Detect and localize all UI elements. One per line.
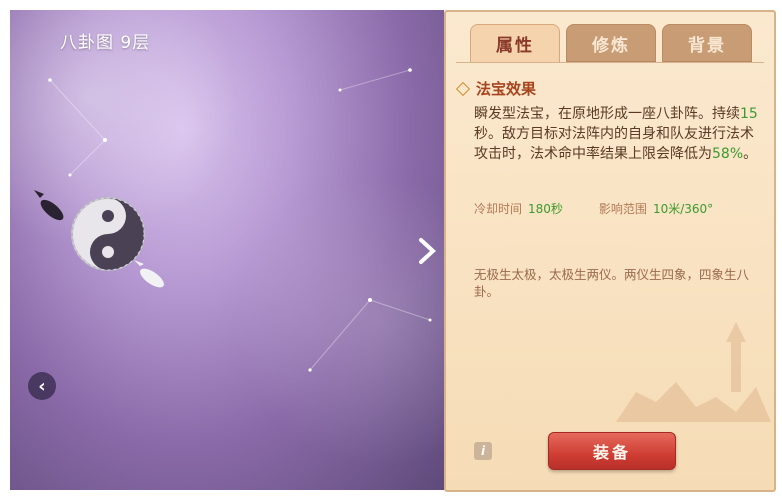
- tab-divider: [456, 62, 764, 63]
- range-value: 10米/360°: [652, 202, 714, 216]
- effect-description: 瞬发型法宝，在原地形成一座八卦阵。持续15秒。敌方目标对法阵内的自身和队友进行法…: [474, 104, 762, 164]
- stats-row: 冷却时间 180秒 影响范围 10米/360°: [474, 200, 713, 217]
- lore-text: 无极生太极，太极生两仪。两仪生四象，四象生八卦。: [474, 267, 750, 299]
- effect-title: 法宝效果: [476, 80, 537, 98]
- detail-panel: 属性 修炼 背景 法宝效果 瞬发型法宝，在原地形成一座八卦阵。持续15秒。敌方目…: [444, 10, 776, 492]
- tab-background[interactable]: 背景: [662, 24, 752, 62]
- cooldown-label: 冷却时间: [474, 202, 523, 216]
- tab-attributes[interactable]: 属性: [470, 24, 560, 62]
- cooldown-value: 180秒: [528, 202, 563, 216]
- dark-fish-icon: [34, 190, 64, 221]
- equip-button[interactable]: 装备: [548, 432, 676, 470]
- next-arrow-button[interactable]: [414, 236, 440, 266]
- light-fish-icon: [134, 260, 164, 288]
- yinyang-icon: [71, 197, 145, 271]
- artifact-title: 八卦图 9层: [60, 33, 151, 53]
- effect-text-3: 。: [743, 146, 758, 162]
- tab-bar: 属性 修炼 背景: [470, 24, 752, 62]
- prev-artifact-button[interactable]: ‹: [28, 372, 56, 400]
- artwork-area: 八卦图 9层 ‹: [10, 10, 444, 490]
- effect-header: 法宝效果: [455, 78, 537, 99]
- tab-cultivation[interactable]: 修炼: [566, 24, 656, 62]
- chevron-right-icon: [419, 238, 436, 264]
- effect-duration: 15: [740, 106, 758, 122]
- bagua-artifact-image: [34, 190, 164, 288]
- info-icon[interactable]: i: [474, 442, 492, 460]
- effect-percent: 58%: [712, 146, 744, 162]
- battle-scene-watermark: [616, 322, 771, 422]
- diamond-icon: [455, 81, 471, 96]
- range-label: 影响范围: [598, 202, 647, 216]
- effect-text-1: 瞬发型法宝，在原地形成一座八卦阵。持续: [474, 106, 740, 122]
